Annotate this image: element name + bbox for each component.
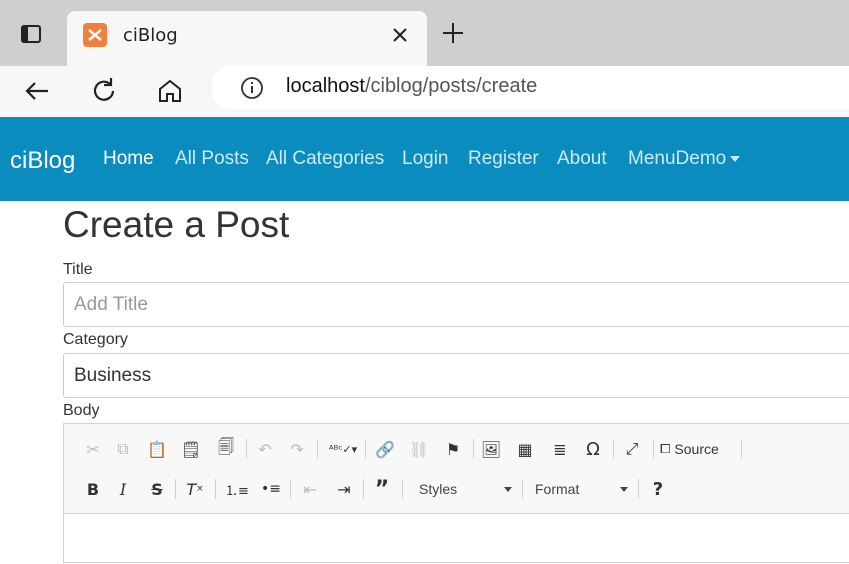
help-icon[interactable]: ? [645, 476, 671, 502]
category-label: Category [63, 331, 128, 348]
copy-icon[interactable]: ⧉ [110, 436, 136, 462]
toolbar-separator [215, 479, 216, 499]
toolbar-separator [741, 439, 742, 459]
italic-icon[interactable]: I [110, 476, 136, 502]
nav-menudemo-label: MenuDemo [628, 148, 727, 169]
special-char-omega-icon[interactable]: Ω [580, 436, 606, 462]
toolbar-separator [365, 439, 366, 459]
nav-all-categories[interactable]: All Categories [266, 148, 384, 170]
bold-icon[interactable]: B [80, 476, 106, 502]
cut-icon[interactable]: ✂ [80, 436, 106, 462]
source-icon: ⧠ [660, 441, 671, 457]
redo-icon[interactable]: ↷ [284, 436, 310, 462]
editor-toolbar: ✂ ⧉ 📋 🗒 🗐 ↶ ↷ ᴬᴮᶜ✓▾ 🔗 ⛓ ⚑ 🖼 ▦ ≣ Ω ⤢ ⧠ Sou… [64, 424, 849, 514]
toolbar-separator [363, 479, 364, 499]
nav-register[interactable]: Register [468, 148, 539, 170]
url-text: localhost/ciblog/posts/create [286, 75, 537, 98]
spellcheck-icon[interactable]: ᴬᴮᶜ✓▾ [326, 436, 360, 462]
browser-tab[interactable]: ciBlog [67, 11, 427, 66]
tab-title: ciBlog [123, 25, 178, 46]
image-icon[interactable]: 🖼 [478, 436, 504, 462]
home-icon[interactable] [153, 74, 187, 108]
close-tab-icon[interactable] [389, 24, 411, 46]
address-bar-row: localhost/ciblog/posts/create [0, 66, 849, 117]
format-label: Format [535, 481, 580, 497]
caret-down-icon [730, 155, 741, 162]
chevron-down-icon [620, 487, 628, 492]
category-select[interactable]: Business [63, 353, 849, 398]
nav-all-posts[interactable]: All Posts [175, 148, 249, 170]
styles-label: Styles [419, 481, 458, 497]
nav-login[interactable]: Login [402, 148, 449, 170]
anchor-flag-icon[interactable]: ⚑ [440, 436, 466, 462]
paste-icon[interactable]: 📋 [144, 436, 170, 462]
toolbar-separator [290, 479, 291, 499]
undo-icon[interactable]: ↶ [252, 436, 278, 462]
url-host: localhost [286, 75, 365, 97]
category-selected-value: Business [74, 365, 152, 386]
reload-icon[interactable] [87, 74, 121, 108]
body-label: Body [63, 402, 100, 419]
browser-tab-strip: ciBlog [0, 0, 849, 66]
back-icon[interactable] [20, 74, 54, 108]
title-input[interactable] [63, 282, 849, 327]
paste-from-word-icon[interactable]: 🗐 [213, 436, 239, 462]
body-rich-text-editor: ✂ ⧉ 📋 🗒 🗐 ↶ ↷ ᴬᴮᶜ✓▾ 🔗 ⛓ ⚑ 🖼 ▦ ≣ Ω ⤢ ⧠ Sou… [63, 423, 849, 563]
toolbar-separator [638, 479, 639, 499]
blockquote-icon[interactable]: ” [369, 476, 395, 502]
toolbar-separator [653, 439, 654, 459]
bulleted-list-icon[interactable]: •≡ [258, 476, 284, 502]
source-button[interactable]: ⧠ Source [660, 436, 736, 462]
paste-text-icon[interactable]: 🗒 [178, 436, 204, 462]
nav-home[interactable]: Home [103, 148, 154, 170]
toolbar-separator [317, 439, 318, 459]
maximize-icon[interactable]: ⤢ [619, 436, 645, 462]
tab-actions-icon[interactable] [19, 22, 43, 46]
chevron-down-icon [504, 487, 512, 492]
nav-menudemo-dropdown[interactable]: MenuDemo [628, 148, 741, 170]
toolbar-separator [613, 439, 614, 459]
styles-dropdown[interactable]: Styles [409, 477, 512, 501]
indent-icon[interactable]: ⇥ [331, 476, 357, 502]
remove-format-icon[interactable]: T × [182, 476, 208, 502]
toolbar-separator [246, 439, 247, 459]
link-icon[interactable]: 🔗 [372, 436, 398, 462]
title-label: Title [63, 261, 93, 278]
toolbar-separator [402, 479, 403, 499]
numbered-list-icon[interactable]: ⒈≡ [224, 476, 250, 502]
strikethrough-icon[interactable]: S [144, 476, 170, 502]
brand-link[interactable]: ciBlog [10, 147, 75, 175]
url-field[interactable]: localhost/ciblog/posts/create [212, 66, 849, 109]
toolbar-separator [175, 479, 176, 499]
page-title: Create a Post [63, 204, 290, 245]
nav-about[interactable]: About [557, 148, 607, 170]
unlink-icon[interactable]: ⛓ [406, 436, 432, 462]
new-tab-icon[interactable] [440, 20, 466, 46]
format-dropdown[interactable]: Format [525, 477, 628, 501]
site-info-icon[interactable] [240, 76, 264, 100]
source-label: Source [674, 441, 719, 457]
xampp-favicon-icon [83, 23, 107, 47]
toolbar-separator [473, 439, 474, 459]
editor-content-area[interactable] [64, 515, 849, 564]
outdent-icon[interactable]: ⇤ [297, 476, 323, 502]
site-navbar: ciBlog Home All Posts All Categories Log… [0, 117, 849, 201]
horizontal-line-icon[interactable]: ≣ [547, 436, 573, 462]
toolbar-separator [522, 479, 523, 499]
url-path: /ciblog/posts/create [364, 75, 538, 97]
table-icon[interactable]: ▦ [512, 436, 538, 462]
